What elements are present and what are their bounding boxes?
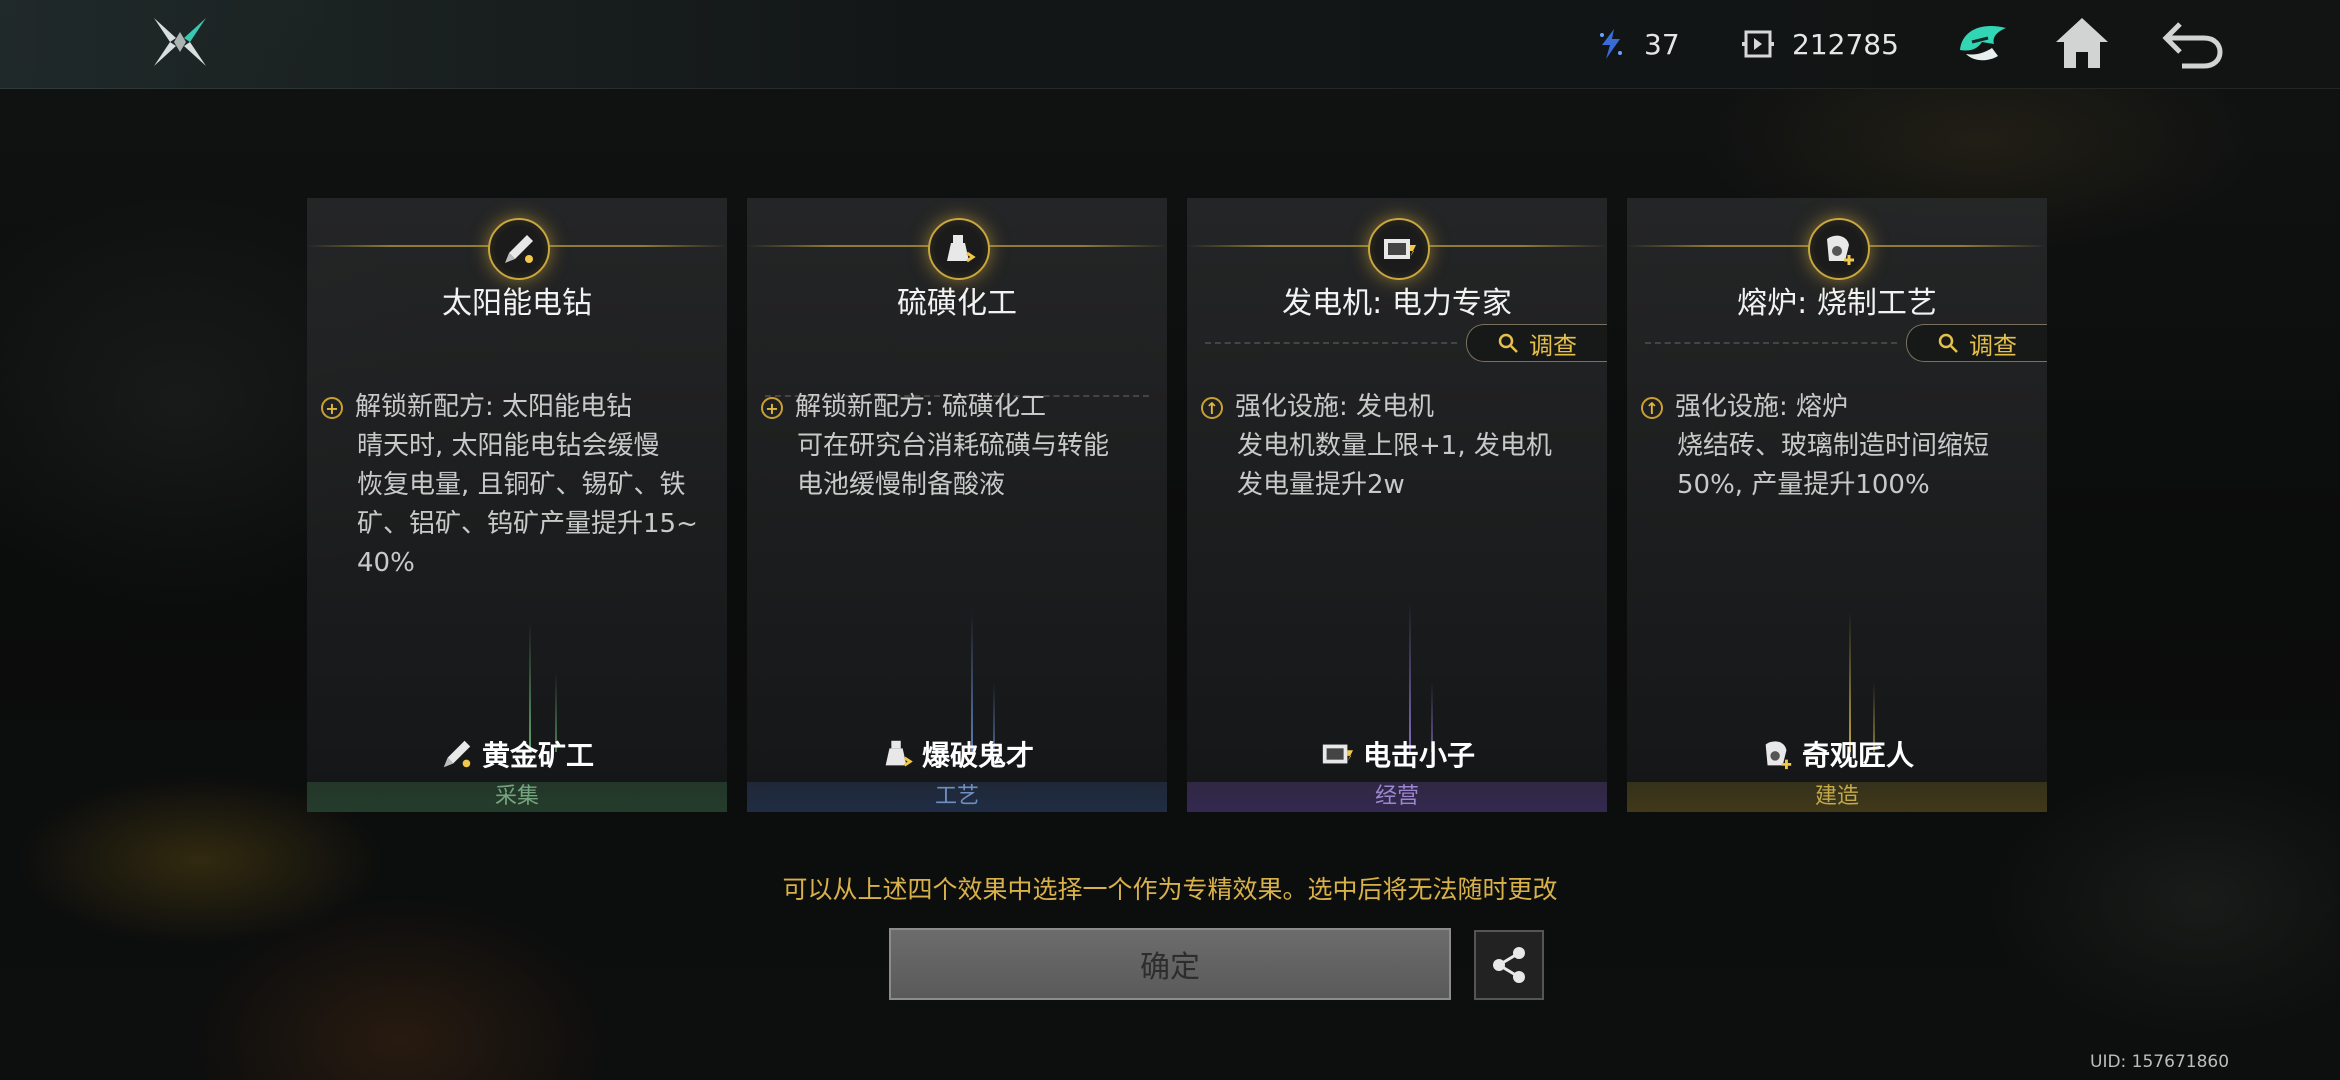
role-label: 爆破鬼才 <box>747 734 1167 774</box>
investigate-label: 调查 <box>1529 331 1577 360</box>
card-title: 发电机: 电力专家 <box>1282 286 1512 321</box>
category-label: 工艺 <box>747 782 1167 812</box>
light-beams <box>747 542 1167 752</box>
role-name: 黄金矿工 <box>481 739 594 772</box>
confirm-label: 确定 <box>1140 950 1200 985</box>
upgrade-arrow-icon: ↑ <box>1201 397 1223 419</box>
card-dash-divider <box>1645 342 1897 344</box>
specialty-card-3[interactable]: 发电机: 电力专家 调查 ↑ 强化设施: 发电机 发电机数量上限+1, 发电机 … <box>1187 198 1607 812</box>
effect-head: 强化设施: 熔炉 <box>1675 392 1849 422</box>
effect-line: 50%, 产量提升100% <box>1677 470 1930 500</box>
investigate-button[interactable]: 调查 <box>1466 324 1607 362</box>
solar-drill-icon <box>488 218 550 280</box>
investigate-label: 调查 <box>1969 331 2017 360</box>
energy-crystal-icon <box>1600 29 1622 59</box>
generator-icon <box>1322 744 1354 764</box>
effect-head: 解锁新配方: 硫磺化工 <box>795 392 1047 422</box>
effect-line: 发电机数量上限+1, 发电机 <box>1237 431 1552 461</box>
investigate-button[interactable]: 调查 <box>1906 324 2047 362</box>
upgrade-arrow-icon: ↑ <box>1641 397 1663 419</box>
effect-head: 强化设施: 发电机 <box>1235 392 1435 422</box>
sulfur-bottle-icon <box>885 740 913 767</box>
helmet-icon[interactable] <box>1952 12 2016 76</box>
top-bar: 37 212785 <box>0 0 2340 89</box>
card-effect: ↑ 强化设施: 熔炉 烧结砖、玻璃制造时间缩短 50%, 产量提升100% <box>1641 388 2033 505</box>
furnace-icon <box>1765 741 1792 770</box>
card-title: 太阳能电钻 <box>442 286 592 321</box>
role-name: 奇观匠人 <box>1801 739 1914 772</box>
card-title: 熔炉: 烧制工艺 <box>1737 286 1937 321</box>
specialty-card-4[interactable]: 熔炉: 烧制工艺 调查 ↑ 强化设施: 熔炉 烧结砖、玻璃制造时间缩短 50%,… <box>1627 198 2047 812</box>
card-effect: ↑ 强化设施: 发电机 发电机数量上限+1, 发电机 发电量提升2w <box>1201 388 1593 505</box>
unlock-plus-icon: + <box>761 397 783 419</box>
specialty-card-2[interactable]: 硫磺化工 + 解锁新配方: 硫磺化工 可在研究台消耗硫磺与转能 电池缓慢制备酸液… <box>747 198 1167 812</box>
home-icon[interactable] <box>2050 12 2114 76</box>
light-beams <box>307 542 727 752</box>
effect-line: 可在研究台消耗硫磺与转能 <box>797 431 1110 461</box>
currency-chip-icon <box>1742 30 1774 58</box>
share-button[interactable] <box>1474 930 1544 1000</box>
resource-currency-value: 212785 <box>1792 27 1899 61</box>
category-label: 采集 <box>307 782 727 812</box>
sulfur-bottle-icon <box>928 218 990 280</box>
solar-drill-icon <box>443 740 471 768</box>
back-arrow-icon[interactable] <box>2160 12 2224 76</box>
role-name: 爆破鬼才 <box>921 739 1034 772</box>
role-label: 奇观匠人 <box>1627 734 2047 774</box>
effect-line: 矿、铝矿、钨矿产量提升15~ <box>357 509 698 539</box>
furnace-icon <box>1808 218 1870 280</box>
effect-line: 发电量提升2w <box>1237 470 1405 500</box>
user-id: UID: 157671860 <box>2090 1052 2230 1072</box>
card-effect: + 解锁新配方: 硫磺化工 可在研究台消耗硫磺与转能 电池缓慢制备酸液 <box>761 388 1153 505</box>
effect-line: 电池缓慢制备酸液 <box>797 470 1006 500</box>
game-logo-icon[interactable] <box>150 14 210 70</box>
resource-currency[interactable]: 212785 <box>1742 22 1899 66</box>
resource-energy-value: 37 <box>1644 27 1680 61</box>
category-label: 经营 <box>1187 782 1607 812</box>
specialty-card-1[interactable]: 太阳能电钻 + 解锁新配方: 太阳能电钻 晴天时, 太阳能电钻会缓慢 恢复电量,… <box>307 198 727 812</box>
effect-line: 烧结砖、玻璃制造时间缩短 <box>1677 431 1990 461</box>
confirm-button[interactable]: 确定 <box>889 928 1451 1000</box>
effect-line: 晴天时, 太阳能电钻会缓慢 <box>357 431 660 461</box>
search-icon <box>1938 333 1958 353</box>
share-icon <box>1493 947 1525 983</box>
selection-hint: 可以从上述四个效果中选择一个作为专精效果。选中后将无法随时更改 <box>782 875 1558 904</box>
unlock-plus-icon: + <box>321 397 343 419</box>
card-title: 硫磺化工 <box>897 286 1017 321</box>
card-dash-divider <box>1205 342 1457 344</box>
role-label: 黄金矿工 <box>307 734 727 774</box>
generator-icon <box>1368 218 1430 280</box>
category-label: 建造 <box>1627 782 2047 812</box>
light-beams <box>1627 542 2047 752</box>
effect-head: 解锁新配方: 太阳能电钻 <box>355 392 633 422</box>
search-icon <box>1498 333 1518 353</box>
resource-energy[interactable]: 37 <box>1596 22 1680 66</box>
role-label: 电击小子 <box>1187 734 1607 774</box>
role-name: 电击小子 <box>1362 739 1475 772</box>
light-beams <box>1187 542 1607 752</box>
effect-line: 恢复电量, 且铜矿、锡矿、铁 <box>357 470 686 500</box>
